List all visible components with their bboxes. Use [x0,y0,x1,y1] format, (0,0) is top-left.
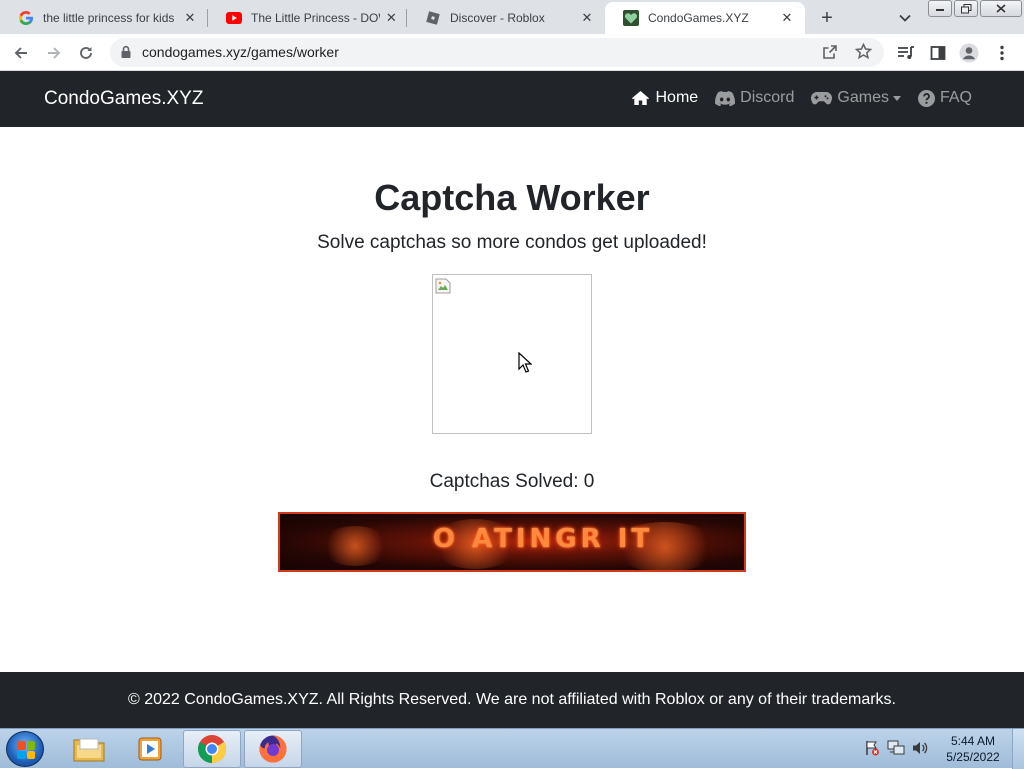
share-icon[interactable] [822,44,838,60]
new-tab-button[interactable]: + [815,6,839,30]
caret-down-icon [892,95,901,101]
folder-icon [73,738,105,762]
broken-image-icon [435,278,451,294]
back-button[interactable] [8,40,34,66]
taskbar-explorer[interactable] [60,730,118,768]
avatar-icon [959,43,979,63]
url-text: condogames.xyz/games/worker [142,44,339,60]
media-control-icon [898,46,914,59]
nav-games-label: Games [837,89,889,106]
taskbar-firefox[interactable] [244,730,302,768]
clock-time: 5:44 AM [950,734,996,748]
close-icon[interactable]: ✕ [579,10,595,26]
system-tray [862,738,934,758]
media-player-icon [138,737,162,761]
page-title: Captcha Worker [374,177,650,218]
nav-home-label: Home [655,89,699,106]
lock-icon [121,45,131,58]
captcha-image[interactable] [432,274,592,434]
restore-icon [960,3,971,13]
close-icon[interactable]: ✕ [182,10,198,26]
side-panel-icon [930,46,946,60]
arrow-left-icon [14,47,27,59]
plus-icon: + [821,6,833,29]
firefox-icon [259,735,287,763]
tab-search-button[interactable] [894,7,916,29]
browser-tab-condogames[interactable]: CondoGames.XYZ ✕ [605,2,805,34]
nav-discord[interactable]: Discord [715,89,794,107]
captchas-solved-counter: Captchas Solved: 0 [429,471,595,492]
browser-tab-youtube[interactable]: The Little Princess - DOWNLOAD ✕ [208,2,407,34]
window-controls [928,0,1024,18]
nav-home[interactable]: Home [631,89,698,107]
page-subtitle: Solve captchas so more condos get upload… [317,232,707,253]
mouse-cursor-icon [518,352,532,373]
action-center-icon[interactable] [862,738,882,758]
profile-button[interactable] [958,42,980,64]
condogames-icon [623,10,639,26]
google-icon [18,10,34,26]
taskbar-chrome[interactable] [183,730,241,768]
browser-toolbar: condogames.xyz/games/worker [0,34,1024,71]
arrow-right-icon [48,47,61,59]
banner-text: O ATINGR IT [432,524,654,554]
minimize-icon [936,8,944,11]
nav-discord-label: Discord [740,89,795,106]
footer-copyright: © 2022 CondoGames.XYZ. All Rights Reserv… [127,691,896,708]
network-icon[interactable] [886,738,906,758]
tab-title: the little princess for kids [43,11,175,25]
star-icon[interactable] [855,43,872,60]
close-icon [996,4,1006,13]
browser-tab-roblox[interactable]: Discover - Roblox ✕ [407,2,605,34]
reload-button[interactable] [73,40,99,66]
browser-menu-button[interactable] [991,42,1013,64]
question-circle-icon [917,89,935,107]
tab-title: CondoGames.XYZ [648,11,749,25]
site-footer: © 2022 CondoGames.XYZ. All Rights Reserv… [0,672,1024,728]
restore-button[interactable] [954,0,978,17]
browser-tab-strip: the little princess for kids ✕ The Littl… [0,0,1024,34]
windows-taskbar: 5:44 AM 5/25/2022 [0,728,1024,769]
reading-list-button[interactable] [895,42,917,64]
show-desktop-button[interactable] [1012,729,1024,769]
gamepad-icon [811,91,833,105]
site-navbar: CondoGames.XYZ Home Discord Games FAQ [0,71,1024,127]
browser-tab-google[interactable]: the little princess for kids ✕ [0,2,208,34]
clock-date: 5/25/2022 [946,750,1000,764]
close-icon[interactable]: ✕ [386,10,397,26]
taskbar-media-player[interactable] [121,730,179,768]
more-vertical-icon [1000,45,1004,61]
site-brand[interactable]: CondoGames.XYZ [44,88,203,110]
chevron-down-icon [899,14,911,22]
captcha-text-banner: O ATINGR IT [278,512,746,572]
discord-icon [715,90,736,106]
tab-title: The Little Princess - DOWNLOAD [251,11,380,25]
side-panel-button[interactable] [927,42,949,64]
nav-faq-label: FAQ [939,89,972,106]
nav-faq[interactable]: FAQ [917,89,972,107]
minimize-button[interactable] [928,0,952,17]
main-content: Captcha Worker Solve captchas so more co… [0,127,1024,672]
forward-button[interactable] [41,40,67,66]
volume-icon[interactable] [910,738,930,758]
roblox-icon [425,10,441,26]
chrome-icon [198,735,226,763]
windows-logo-icon [17,741,35,759]
nav-games-dropdown[interactable]: Games [811,89,901,107]
reload-icon [80,47,92,59]
taskbar-clock[interactable]: 5:44 AM 5/25/2022 [940,733,1006,765]
nav-links: Home Discord Games FAQ [614,89,972,107]
close-icon[interactable]: ✕ [779,10,795,26]
tab-title: Discover - Roblox [450,11,545,25]
start-button[interactable] [6,731,44,767]
youtube-icon [226,10,242,26]
home-icon [631,90,650,106]
address-bar[interactable]: condogames.xyz/games/worker [110,38,884,67]
close-window-button[interactable] [980,0,1022,17]
